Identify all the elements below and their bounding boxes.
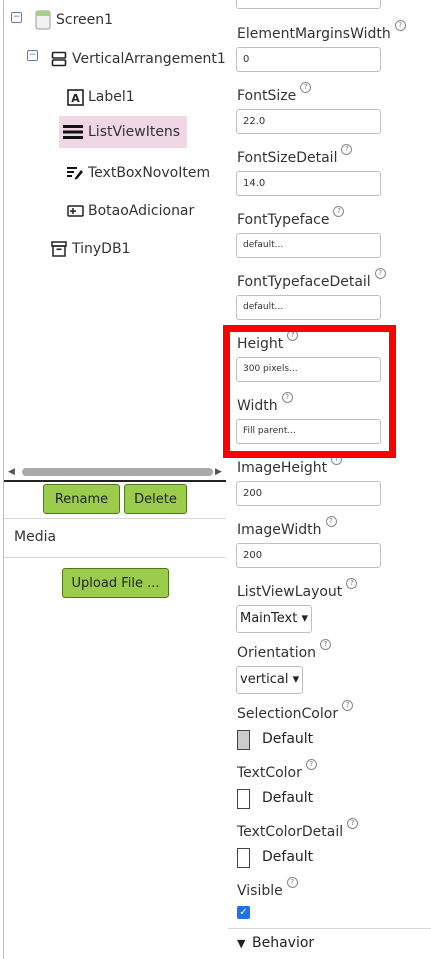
divider <box>4 557 226 558</box>
textbox-icon <box>66 164 84 182</box>
properties-panel: ElementMarginsWidth? 0 FontSize? 22.0 Fo… <box>228 0 431 959</box>
collapse-toggle-screen1[interactable]: − <box>11 12 22 23</box>
tree-item-screen1[interactable]: Screen1 <box>34 7 113 33</box>
help-icon[interactable]: ? <box>346 578 358 589</box>
tree-item-botaoadicionar[interactable]: BotaoAdicionar <box>66 198 194 224</box>
tree-item-tinydb1[interactable]: TinyDB1 <box>50 236 130 262</box>
tree-horizontal-scrollbar[interactable]: ◀ ▶ <box>6 466 222 478</box>
element-margins-width-input[interactable]: 0 <box>236 47 381 72</box>
help-icon[interactable]: ? <box>347 818 359 829</box>
selection-color-swatch[interactable] <box>237 730 250 750</box>
tree-item-label: ListViewItens <box>88 124 181 140</box>
font-size-detail-input[interactable]: 14.0 <box>236 171 381 196</box>
scroll-right-arrow-icon[interactable]: ▶ <box>215 467 222 477</box>
media-heading: Media <box>14 529 57 545</box>
text-color-detail-value[interactable]: Default <box>262 849 313 865</box>
property-label-font-typeface: FontTypeface? <box>237 206 345 228</box>
collapse-triangle-icon: ▼ <box>237 937 246 950</box>
tree-item-label1[interactable]: A Label1 <box>66 84 135 110</box>
tree-item-label: BotaoAdicionar <box>88 203 195 219</box>
property-label-image-height: ImageHeight? <box>237 454 343 476</box>
rename-button[interactable]: Rename <box>43 484 120 514</box>
orientation-dropdown[interactable]: vertical ▾ <box>236 666 304 694</box>
font-typeface-input[interactable]: default... <box>236 233 381 258</box>
help-icon[interactable]: ? <box>300 82 312 93</box>
help-icon[interactable]: ? <box>325 516 337 527</box>
help-icon[interactable]: ? <box>305 759 317 770</box>
dropdown-arrow-icon: ▾ <box>301 611 308 626</box>
dropdown-arrow-icon: ▾ <box>292 672 300 687</box>
tree-item-verticalarrangement1[interactable]: VerticalArrangement1 <box>50 46 226 72</box>
collapse-toggle-verticalarrangement1[interactable]: − <box>27 50 38 61</box>
list-view-layout-dropdown[interactable]: MainText ▾ <box>236 605 312 633</box>
upload-file-button[interactable]: Upload File ... <box>62 568 169 598</box>
behavior-section-header[interactable]: ▼ Behavior <box>228 928 431 959</box>
clipped-property-input[interactable] <box>236 0 381 9</box>
image-width-input[interactable]: 200 <box>236 543 381 568</box>
help-icon[interactable]: ? <box>341 144 353 155</box>
font-size-input[interactable]: 22.0 <box>236 109 381 134</box>
selection-color-value[interactable]: Default <box>262 731 313 747</box>
help-icon[interactable]: ? <box>333 206 345 217</box>
label-icon: A <box>66 88 84 106</box>
property-label-font-size-detail: FontSizeDetail? <box>237 144 353 166</box>
button-icon <box>66 202 84 220</box>
vertical-arrangement-icon <box>50 50 68 68</box>
behavior-label: Behavior <box>252 935 315 951</box>
svg-text:A: A <box>71 92 80 105</box>
divider <box>4 518 226 519</box>
delete-button[interactable]: Delete <box>124 484 187 514</box>
tinydb-icon <box>50 240 68 258</box>
property-label-font-typeface-detail: FontTypefaceDetail? <box>237 268 386 290</box>
property-label-selection-color: SelectionColor? <box>237 700 354 722</box>
tree-item-label: TinyDB1 <box>72 241 131 257</box>
help-icon[interactable]: ? <box>320 639 332 650</box>
image-height-input[interactable]: 200 <box>236 481 381 506</box>
screen-icon <box>34 10 52 30</box>
tree-item-label: Label1 <box>88 89 135 105</box>
scrollbar-thumb[interactable] <box>22 468 213 476</box>
tree-item-label: Screen1 <box>56 12 114 28</box>
property-label-font-size: FontSize? <box>237 82 312 104</box>
property-label-list-view-layout: ListViewLayout? <box>237 578 358 600</box>
property-label-visible: Visible? <box>237 877 298 899</box>
text-color-swatch[interactable] <box>237 789 250 809</box>
tree-item-label: TextBoxNovoItem <box>88 165 211 181</box>
property-label-element-margins-width: ElementMarginsWidth? <box>237 20 406 42</box>
property-label-text-color-detail: TextColorDetail? <box>237 818 359 840</box>
tree-item-textboxnovoitem[interactable]: TextBoxNovoItem <box>66 160 210 186</box>
text-color-value[interactable]: Default <box>262 790 313 806</box>
scroll-left-arrow-icon[interactable]: ◀ <box>8 467 15 477</box>
font-typeface-detail-input[interactable]: default... <box>236 295 381 320</box>
visible-checkbox[interactable]: ✓ <box>237 906 250 919</box>
panel-divider <box>4 480 226 482</box>
text-color-detail-swatch[interactable] <box>237 848 250 868</box>
help-icon[interactable]: ? <box>374 268 386 279</box>
property-label-image-width: ImageWidth? <box>237 516 337 538</box>
help-icon[interactable]: ? <box>342 700 354 711</box>
components-panel: − Screen1 − VerticalArrangement1 A Label… <box>0 0 227 959</box>
listview-icon <box>62 123 84 141</box>
property-label-text-color: TextColor? <box>237 759 317 781</box>
highlight-box <box>223 325 396 458</box>
help-icon[interactable]: ? <box>394 20 406 31</box>
tree-item-listviewitens[interactable]: ListViewItens <box>59 116 188 148</box>
property-label-orientation: Orientation? <box>237 639 332 661</box>
help-icon[interactable]: ? <box>286 877 298 888</box>
tree-item-label: VerticalArrangement1 <box>72 51 226 67</box>
